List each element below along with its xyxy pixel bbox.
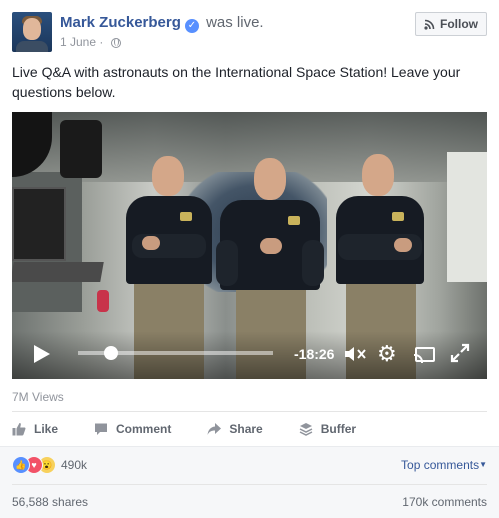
station-wall-right [447,152,487,282]
buffer-label: Buffer [320,422,357,436]
action-bar: Like Comment Share Buffer [12,418,392,440]
share-label: Share [229,422,263,436]
follow-button[interactable]: Follow [415,12,487,36]
live-status: was live. [206,14,264,31]
comments-count[interactable]: 170k comments [402,495,487,509]
divider [12,411,487,412]
comment-button[interactable]: Comment [94,418,171,440]
like-label: Like [34,422,59,436]
red-equipment [97,290,109,312]
post-footer: 👍 ♥ 😮 490k Top comments▼ 56,588 shares 1… [0,446,499,518]
progress-scrubber[interactable] [104,346,119,360]
post-meta: 1 June · [60,34,121,50]
view-count: 7M Views [12,390,64,404]
post-header: Mark Zuckerberg ✓ was live. 1 June · Foll… [12,12,487,54]
author-line: Mark Zuckerberg ✓ was live. [60,13,264,33]
like-button[interactable]: Like [12,418,58,440]
laptop-base [12,262,104,282]
comment-label: Comment [116,422,172,436]
time-remaining: -18:26 [294,346,335,362]
follow-label: Follow [440,17,478,31]
globe-icon[interactable] [110,38,121,48]
avatar-shirt [16,41,48,52]
post-date[interactable]: 1 June [60,35,96,49]
avatar-face [23,18,41,40]
author-avatar[interactable] [12,12,52,52]
mute-icon[interactable] [344,346,366,362]
fullscreen-icon[interactable] [450,343,470,363]
like-reaction-icon: 👍 [12,456,30,474]
shares-count[interactable]: 56,588 shares [12,495,88,509]
facebook-post: Mark Zuckerberg ✓ was live. 1 June · Foll… [0,0,499,518]
verified-badge-icon: ✓ [184,19,199,33]
camera [60,120,102,178]
reaction-count[interactable]: 490k [61,458,87,472]
video-controls: -18:26 ⚙ [12,331,487,379]
divider [12,484,487,485]
caret-down-icon: ▼ [479,460,487,469]
settings-gear-icon[interactable]: ⚙ [377,343,397,365]
meta-separator: · [99,35,104,49]
play-icon[interactable] [34,345,50,363]
laptop-screen [12,187,66,261]
cast-icon[interactable] [414,347,435,363]
share-arrow-icon [207,423,222,435]
video-player[interactable]: -18:26 ⚙ [12,112,487,379]
rss-icon [424,19,435,30]
top-comments-dropdown[interactable]: Top comments▼ [401,458,487,472]
reaction-summary[interactable]: 👍 ♥ 😮 490k [12,456,87,474]
author-name[interactable]: Mark Zuckerberg [60,14,181,31]
comment-bubble-icon [95,423,108,435]
thumbs-up-icon [12,423,26,436]
buffer-stack-icon [299,423,313,436]
top-comments-label: Top comments [401,458,480,472]
share-button[interactable]: Share [207,418,263,440]
post-text: Live Q&A with astronauts on the Internat… [12,64,461,100]
buffer-button[interactable]: Buffer [299,418,356,440]
